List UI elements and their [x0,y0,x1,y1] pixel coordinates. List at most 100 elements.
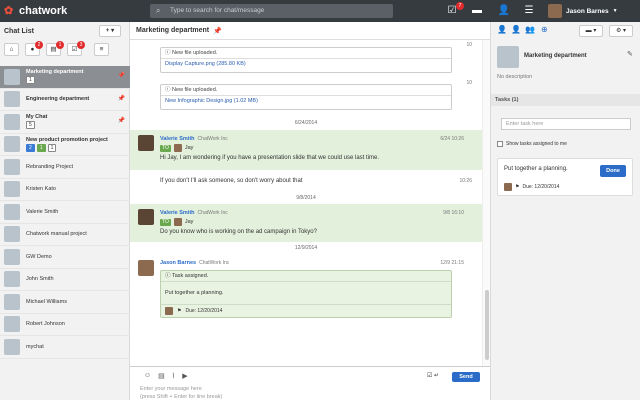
task-input[interactable]: Enter task here [501,118,631,130]
info-icon: ⓘ [165,87,173,93]
room-item[interactable]: GW Demo [0,246,130,269]
room-item[interactable]: John Smith [0,269,130,291]
message-time: 6/24 10:26 [440,136,464,142]
info-icon: ⓘ [165,273,172,279]
sender-label: Jason Barnes [160,260,197,266]
contacts-icon[interactable]: ☰ [522,4,536,18]
room-avatar [497,46,519,68]
recipient-name: Jay [184,219,194,225]
folder-button[interactable]: ▬ ▾ [579,25,603,37]
room-name: Marketing department [26,69,84,76]
sender-name[interactable]: Valerie Smith ChatWork Inc [160,136,228,142]
search-input[interactable]: ⌕ Type to search for chat/message [150,4,393,18]
sender-name[interactable]: Jason Barnes ChatWork Inc [160,260,229,266]
app-name: chatwork [19,5,68,17]
room-item[interactable]: Marketing department 1 📌 [0,66,130,89]
assignee-avatar [165,307,173,315]
checkbox-icon[interactable] [497,141,503,147]
user-menu[interactable]: Jason Barnes ▼ [548,4,618,18]
chatwork-logo-icon: ✿ [4,5,14,17]
room-item[interactable]: Valerie Smith [0,201,130,224]
message-scrollbar[interactable] [482,40,490,366]
room-name: Kristen Kato [26,186,56,193]
room-item[interactable]: Rebranding Project [0,156,130,179]
message-time: 10 [466,80,472,86]
file-upload-message: ⓘ New file uploaded. New Infographic Des… [160,84,452,110]
room-name: Rebranding Project [26,163,74,170]
file-link[interactable]: Display Capture.png (285.80 KB) [161,59,451,70]
flag-icon: ⚑ [515,184,520,190]
sender-label: Valerie Smith [160,136,195,142]
room-item[interactable]: Engineering department 📌 [0,89,130,111]
room-avatar [4,181,20,198]
task-badge: 3 [77,40,85,49]
member-icon[interactable]: 👤 [511,25,521,34]
room-item[interactable]: My Chat 5 📌 [0,111,130,134]
send-button[interactable]: Send [452,372,480,382]
video-icon[interactable]: ▶ [182,372,187,380]
chat-list-panel: Chat List + ▾ ⌂ ● 2 ▤ 1 ☑ 3 ≡ Marketing dep… [0,22,130,400]
message-header: New file uploaded. [172,50,218,56]
add-contact-icon[interactable]: 👤 [497,4,511,18]
sender-name[interactable]: Valerie Smith ChatWork Inc [160,210,228,216]
list-view-button[interactable]: ≡ [94,42,109,56]
pin-icon[interactable]: 📌 [118,95,125,102]
room-avatar [4,68,20,85]
to-icon[interactable]: ▤ [158,372,165,380]
task-filter-button[interactable]: ☑ 3 [67,40,85,56]
room-item[interactable]: New product promotion project 2 1 1 [0,134,130,156]
file-link[interactable]: New Infographic Design.jpg (1.02 MB) [161,96,451,107]
room-avatar [4,316,20,333]
top-bar: ✿ chatwork ⌕ Type to search for chat/mes… [0,0,640,22]
pin-icon[interactable]: 📌 [213,27,222,35]
done-button[interactable]: Done [600,165,626,177]
tasks-icon[interactable]: ☑ 7 [445,2,464,18]
enter-send-toggle[interactable]: ☑ ↵ [427,372,439,379]
chat-list-title: Chat List [4,27,34,35]
scroll-thumb[interactable] [485,290,489,360]
chat-bubble-icon: ● [30,45,35,53]
room-item[interactable]: Kristen Kato [0,179,130,201]
room-item[interactable]: Chatwork manual project [0,224,130,246]
message-composer: ☺ ▤ ⌇ ▶ ☑ ↵ Send Enter your message here… [130,366,490,400]
date-label: 12/9/2014 [290,245,322,251]
pin-icon[interactable]: 📌 [118,117,125,124]
emoji-icon[interactable]: ☺ [144,372,151,380]
sender-label: Valerie Smith [160,210,195,216]
task-due: Due: 12/20/2014 [185,308,223,314]
unread-filter-button[interactable]: ● 2 [25,40,43,56]
room-name: Robert Johnson [26,321,65,328]
room-item[interactable]: Michael Williams [0,291,130,314]
room-item[interactable]: mychat [0,336,130,359]
room-title: Marketing department [524,53,587,59]
room-item[interactable]: Robert Johnson [0,314,130,336]
member-icon[interactable]: 👤 [497,25,507,34]
add-chat-button[interactable]: + ▾ [99,25,121,37]
settings-button[interactable]: ⚙ ▾ [609,25,633,37]
home-icon: ⌂ [9,45,14,53]
chat-title: Marketing department [136,27,210,34]
room-avatar [4,271,20,288]
add-member-icon[interactable]: ⊕ [541,25,548,34]
pencil-icon[interactable]: ✎ [627,50,633,58]
message-text: Hi Jay, I am wondering if you have a pre… [160,155,380,161]
composer-placeholder: Enter your message here [140,386,202,392]
message-time: 10 [466,42,472,48]
room-avatar [4,158,20,175]
date-separator: 6/24/2014 [130,120,482,126]
app-logo[interactable]: ✿ chatwork [4,4,67,18]
message-input[interactable]: Enter your message here (press Shift + E… [140,385,222,401]
room-name: Valerie Smith [26,208,59,215]
to-filter-button[interactable]: ▤ 1 [46,40,64,56]
room-name: Michael Williams [26,298,67,305]
show-assigned-toggle[interactable]: Show tasks assigned to me [497,141,567,147]
room-count-badge: 1 [47,143,57,152]
member-icon[interactable]: 👥 [525,25,535,34]
pin-icon[interactable]: 📌 [118,72,125,79]
folder-icon[interactable]: ▬ [470,4,484,18]
attach-icon[interactable]: ⌇ [172,372,175,380]
message-text: Do you know who is working on the ad cam… [160,229,317,235]
home-filter-button[interactable]: ⌂ [4,42,19,56]
sender-org: ChatWork Inc [199,260,230,266]
room-avatar [4,91,20,108]
